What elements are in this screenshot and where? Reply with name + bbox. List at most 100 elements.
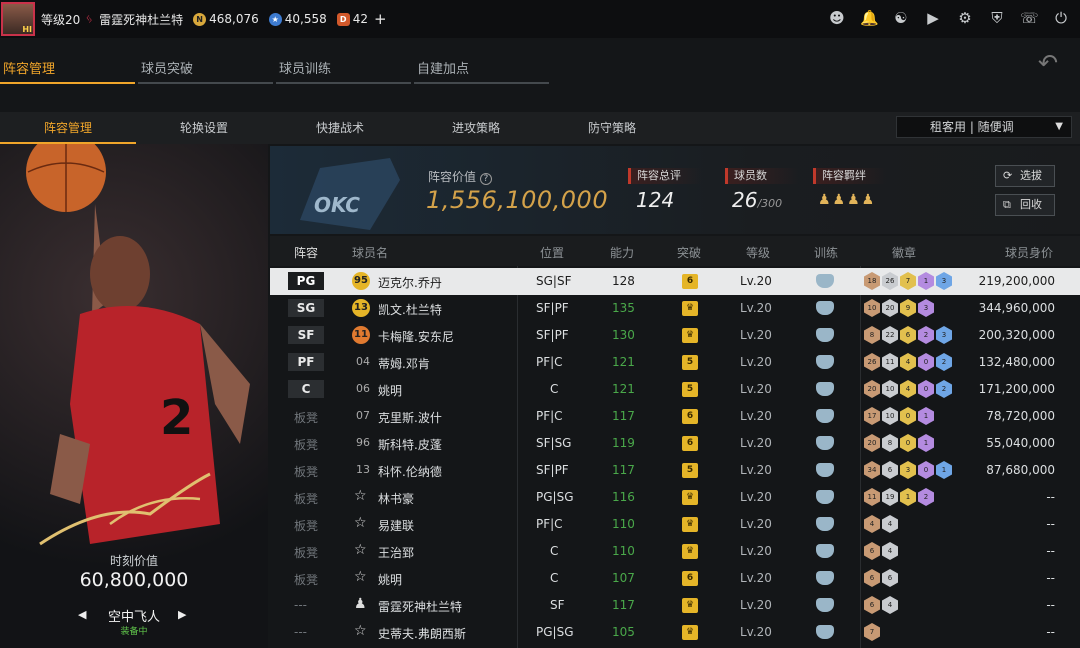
table-row[interactable]: PF 04 蒂姆.邓肯 PF|C 121 5 Lv.20 26 11 4 0 2 132,480,000 xyxy=(270,349,1080,376)
player-value: 78,720,000 xyxy=(986,409,1055,423)
synergy-icons[interactable]: ♟♟♟♟ xyxy=(818,192,876,208)
table-row[interactable]: 板凳 96 斯科特.皮蓬 SF|SG 119 6 Lv.20 20 8 0 1 55,040,000 xyxy=(270,430,1080,457)
training-icon[interactable] xyxy=(816,355,834,369)
gear-icon[interactable]: ⚙ xyxy=(956,9,974,27)
star-icon: ☆ xyxy=(354,515,367,531)
tab-player-training[interactable]: 球员训练 xyxy=(276,50,411,84)
training-icon[interactable] xyxy=(816,274,834,288)
breakthrough-badge: ♛ xyxy=(682,598,698,613)
player-name[interactable]: 姚明 xyxy=(378,571,402,588)
player-name[interactable]: 斯科特.皮蓬 xyxy=(378,436,442,453)
player-value: 87,680,000 xyxy=(986,463,1055,477)
video-icon[interactable]: ▶ xyxy=(924,9,942,27)
table-row[interactable]: SG 13 凯文.杜兰特 SF|PF 135 ♛ Lv.20 10 20 9 3 344,960,00… xyxy=(270,295,1080,322)
player-position: SG|SF xyxy=(536,274,572,288)
lineup-slot-badge[interactable]: PF xyxy=(288,353,324,371)
player-name[interactable]: 迈克尔.乔丹 xyxy=(378,274,442,291)
subtab-offense[interactable]: 进攻策略 xyxy=(408,112,544,144)
breakthrough-badge: 5 xyxy=(682,355,698,370)
pick-button[interactable]: ⟳ 选拔 xyxy=(995,165,1055,187)
player-name[interactable]: 蒂姆.邓肯 xyxy=(378,355,430,372)
training-icon[interactable] xyxy=(816,463,834,477)
table-row[interactable]: 板凳 ☆ 王治郅 C 110 ♛ Lv.20 6 4 -- xyxy=(270,538,1080,565)
subtab-quick-tactics[interactable]: 快捷战术 xyxy=(272,112,408,144)
badge-hexagon: 1 xyxy=(918,272,934,290)
avatar[interactable]: HI xyxy=(1,2,35,36)
svg-text:OKC: OKC xyxy=(314,193,360,217)
table-row[interactable]: 板凳 ☆ 易建联 PF|C 110 ♛ Lv.20 4 4 -- xyxy=(270,511,1080,538)
table-row[interactable]: SF 11 卡梅隆.安东尼 SF|PF 130 ♛ Lv.20 8 22 6 2 3 200,320,0… xyxy=(270,322,1080,349)
back-arrow-icon[interactable]: ↶ xyxy=(1038,51,1072,75)
badge-hexagon: 4 xyxy=(900,353,916,371)
player-name[interactable]: 凯文.杜兰特 xyxy=(378,301,442,318)
training-icon[interactable] xyxy=(816,571,834,585)
breakthrough-badge: 6 xyxy=(682,274,698,289)
player-ability: 117 xyxy=(612,409,635,423)
player-ability: 116 xyxy=(612,490,635,504)
bell-icon[interactable]: 🔔 xyxy=(860,9,879,27)
headset-icon[interactable]: ☏ xyxy=(1020,9,1039,27)
table-row[interactable]: 板凳 13 科怀.伦纳德 SF|PF 117 5 Lv.20 34 6 3 0 1 87,680,000 xyxy=(270,457,1080,484)
subtab-rotation[interactable]: 轮换设置 xyxy=(136,112,272,144)
badge-hexagon: 1 xyxy=(918,434,934,452)
training-icon[interactable] xyxy=(816,625,834,639)
table-row[interactable]: --- ♟ 雷霆死神杜兰特 SF 117 ♛ Lv.20 6 4 -- xyxy=(270,592,1080,619)
breakthrough-badge: ♛ xyxy=(682,301,698,316)
table-row[interactable]: 板凳 ☆ 林书豪 PG|SG 116 ♛ Lv.20 11 19 1 2 -- xyxy=(270,484,1080,511)
player-level: Lv.20 xyxy=(740,517,772,531)
table-row[interactable]: 板凳 ☆ 姚明 C 107 6 Lv.20 6 6 -- xyxy=(270,565,1080,592)
recycle-button[interactable]: ⧉ 回收 xyxy=(995,194,1055,216)
col-breakthrough: 突破 xyxy=(677,246,702,260)
badge-list: 44 xyxy=(864,515,900,533)
table-row[interactable]: C 06 姚明 C 121 5 Lv.20 20 10 4 0 2 171,200,000 xyxy=(270,376,1080,403)
tab-lineup-management[interactable]: 阵容管理 xyxy=(0,50,135,84)
training-icon[interactable] xyxy=(816,490,834,504)
training-icon[interactable] xyxy=(816,301,834,315)
subtab-defense[interactable]: 防守策略 xyxy=(544,112,680,144)
player-name[interactable]: 王治郅 xyxy=(378,544,414,561)
badge-list: 20 10 4 0 2 xyxy=(864,380,954,398)
badge-hexagon: 26 xyxy=(882,272,898,290)
player-name[interactable]: 科怀.伦纳德 xyxy=(378,463,442,480)
player-name[interactable]: 林书豪 xyxy=(378,490,414,507)
player-name[interactable]: 易建联 xyxy=(378,517,414,534)
next-card-arrow-icon[interactable]: ▶ xyxy=(178,608,186,621)
lineup-slot-badge[interactable]: C xyxy=(288,380,324,398)
lineup-slot-badge[interactable]: SG xyxy=(288,299,324,317)
subtab-lineup[interactable]: 阵容管理 xyxy=(0,112,136,144)
player-name[interactable]: 克里斯.波什 xyxy=(378,409,442,426)
training-icon[interactable] xyxy=(816,409,834,423)
jersey-number-badge: 13 xyxy=(352,299,370,317)
friends-icon[interactable]: ☯ xyxy=(892,9,910,27)
player-name[interactable]: 卡梅隆.安东尼 xyxy=(378,328,454,345)
training-icon[interactable] xyxy=(816,517,834,531)
training-icon[interactable] xyxy=(816,544,834,558)
badge-hexagon: 18 xyxy=(864,272,880,290)
lineup-slot-badge[interactable]: SF xyxy=(288,326,324,344)
table-row[interactable]: 板凳 07 克里斯.波什 PF|C 117 6 Lv.20 17 10 0 1 78,720,000 xyxy=(270,403,1080,430)
training-icon[interactable] xyxy=(816,436,834,450)
badge-hexagon: 6 xyxy=(882,569,898,587)
training-icon[interactable] xyxy=(816,382,834,396)
moment-value-label: 时刻价值 xyxy=(109,554,158,568)
player-name[interactable]: 雷霆死神杜兰特 xyxy=(378,598,462,615)
tab-custom-points[interactable]: 自建加点 xyxy=(414,50,549,84)
user-icon[interactable]: ☻ xyxy=(828,9,846,27)
badge-hexagon: 22 xyxy=(882,326,898,344)
power-icon[interactable]: ⏻ xyxy=(1052,9,1070,27)
add-currency-button[interactable]: + xyxy=(374,10,387,28)
player-name[interactable]: 史蒂夫.弗朗西斯 xyxy=(378,625,466,642)
rent-select[interactable]: 租客用 | 随便调 ▼ xyxy=(896,116,1072,138)
lineup-slot-badge[interactable]: PG xyxy=(288,272,324,290)
player-level: Lv.20 xyxy=(740,625,772,639)
badge-hexagon: 9 xyxy=(900,299,916,317)
training-icon[interactable] xyxy=(816,328,834,342)
training-icon[interactable] xyxy=(816,598,834,612)
player-name[interactable]: 姚明 xyxy=(378,382,402,399)
table-row[interactable]: PG 95 迈克尔.乔丹 SG|SF 128 6 Lv.20 18 26 7 1 3 219,200,0… xyxy=(270,268,1080,295)
shield-icon[interactable]: ⛨ xyxy=(988,9,1006,27)
table-row[interactable]: --- ☆ 史蒂夫.弗朗西斯 PG|SG 105 ♛ Lv.20 7 -- xyxy=(270,619,1080,646)
tab-player-breakthrough[interactable]: 球员突破 xyxy=(138,50,273,84)
main-tabs: 阵容管理 球员突破 球员训练 自建加点 xyxy=(0,50,552,86)
badge-list: 66 xyxy=(864,569,900,587)
